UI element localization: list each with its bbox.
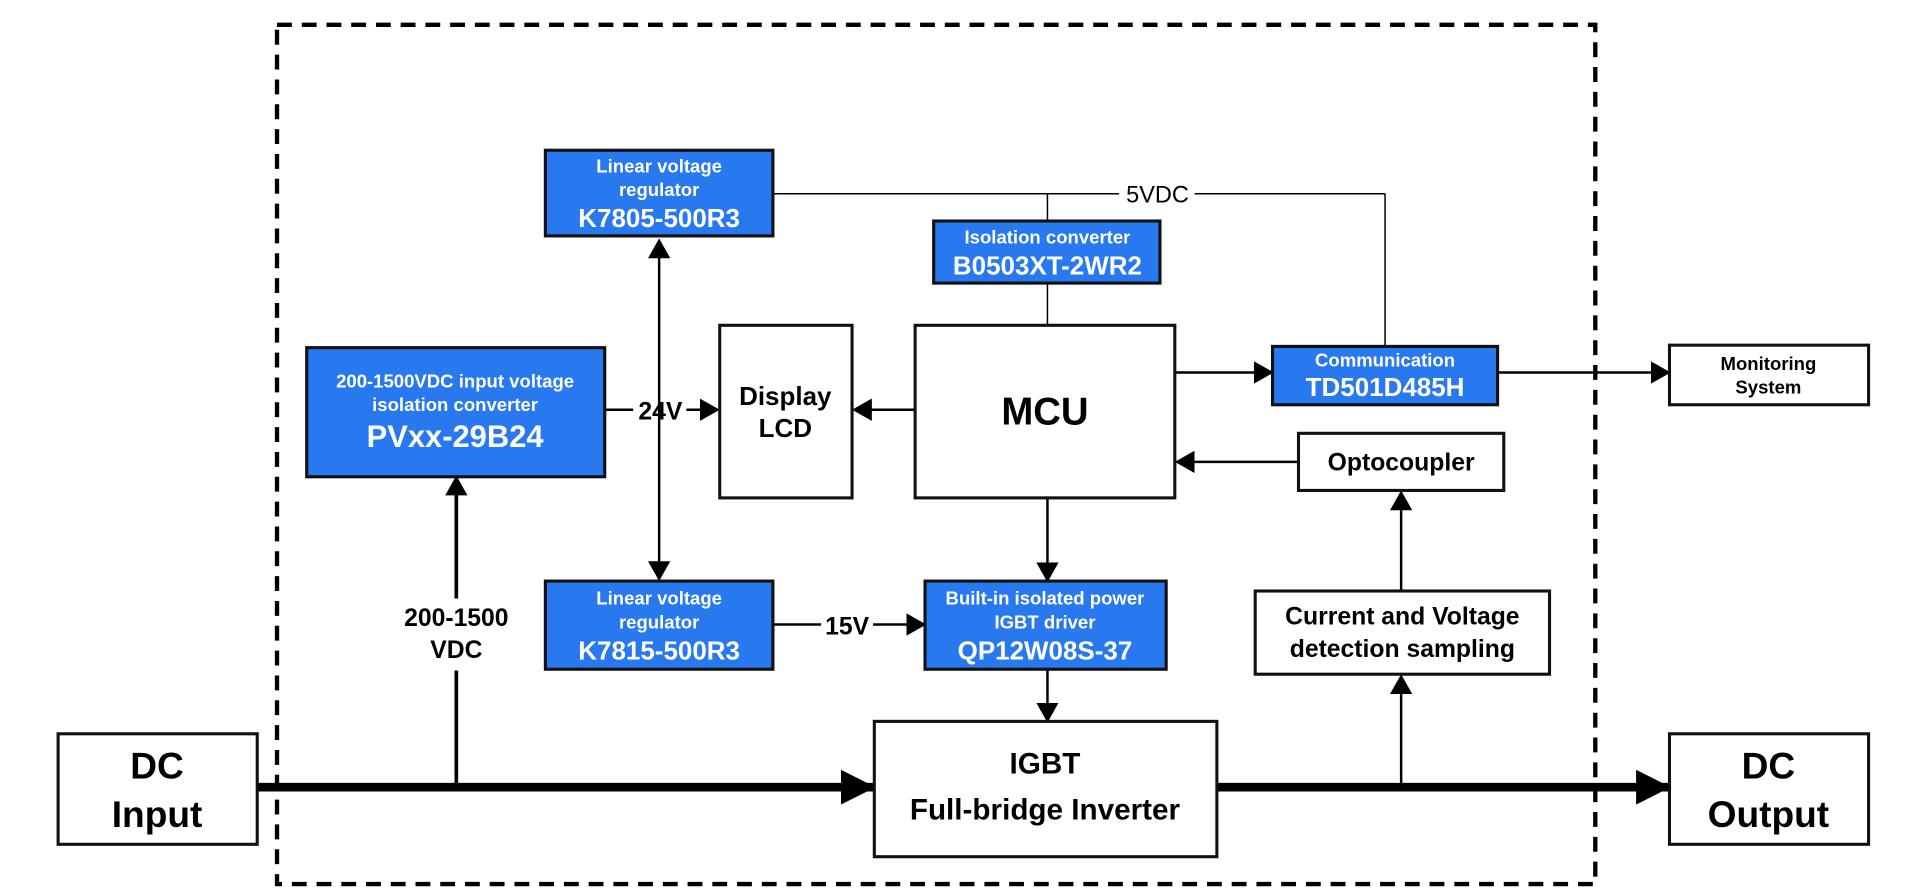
- module-isolation-converter[interactable]: Isolation converter B0503XT-2WR2: [932, 219, 1162, 285]
- svg-text:DC: DC: [130, 744, 184, 786]
- module-ldo-5v[interactable]: Linear voltage regulator K7805-500R3: [543, 148, 775, 238]
- svg-text:Optocoupler: Optocoupler: [1328, 450, 1475, 477]
- block-sampling[interactable]: Current and Voltage detection sampling: [1253, 589, 1552, 676]
- model-comm: TD501D485H: [1306, 372, 1465, 402]
- svg-text:Monitoring: Monitoring: [1721, 353, 1817, 374]
- svg-text:regulator: regulator: [619, 179, 699, 200]
- label-24v: 24V: [638, 399, 682, 426]
- block-optocoupler[interactable]: Optocoupler: [1296, 431, 1506, 492]
- block-monitoring-system[interactable]: Monitoring System: [1667, 343, 1871, 407]
- svg-text:MCU: MCU: [1001, 391, 1088, 434]
- block-dc-input[interactable]: DC Input: [56, 732, 259, 846]
- svg-text:IGBT driver: IGBT driver: [994, 611, 1095, 632]
- svg-text:Linear voltage: Linear voltage: [596, 156, 722, 177]
- svg-text:200-1500VDC input voltage: 200-1500VDC input voltage: [336, 370, 574, 391]
- svg-text:Current and Voltage: Current and Voltage: [1285, 603, 1519, 630]
- svg-text:Communication: Communication: [1315, 349, 1455, 370]
- model-pv-converter: PVxx-29B24: [367, 419, 545, 454]
- svg-text:Output: Output: [1708, 793, 1830, 835]
- svg-text:regulator: regulator: [619, 611, 699, 632]
- label-5vdc: 5VDC: [1126, 181, 1189, 207]
- svg-text:isolation converter: isolation converter: [372, 394, 538, 415]
- label-vin-line1: 200-1500: [404, 605, 508, 632]
- svg-text:LCD: LCD: [759, 413, 812, 443]
- module-igbt-driver[interactable]: Built-in isolated power IGBT driver QP12…: [923, 579, 1168, 671]
- svg-text:Isolation converter: Isolation converter: [965, 226, 1131, 247]
- block-mcu[interactable]: MCU: [913, 323, 1177, 500]
- model-igbt-driver: QP12W08S-37: [958, 635, 1133, 665]
- svg-text:Built-in isolated power: Built-in isolated power: [946, 588, 1145, 609]
- module-comm[interactable]: Communication TD501D485H: [1270, 344, 1500, 407]
- label-15v: 15V: [825, 613, 869, 640]
- power-system-block-diagram: 5VDC 24V 15V 200-1500 VDC Linear voltage…: [56, 22, 1871, 887]
- block-display-lcd[interactable]: Display LCD: [718, 323, 854, 500]
- svg-text:DC: DC: [1742, 744, 1796, 786]
- svg-text:detection sampling: detection sampling: [1290, 636, 1515, 663]
- module-ldo-15v[interactable]: Linear voltage regulator K7815-500R3: [543, 579, 775, 671]
- model-ldo-15v: K7815-500R3: [578, 635, 740, 665]
- svg-text:Full-bridge Inverter: Full-bridge Inverter: [910, 793, 1181, 826]
- model-isolation: B0503XT-2WR2: [953, 250, 1142, 280]
- svg-text:IGBT: IGBT: [1010, 747, 1081, 780]
- svg-text:Display: Display: [739, 381, 832, 411]
- module-pv-converter[interactable]: 200-1500VDC input voltage isolation conv…: [305, 346, 607, 479]
- svg-text:Input: Input: [112, 793, 203, 835]
- block-dc-output[interactable]: DC Output: [1667, 732, 1871, 846]
- svg-text:System: System: [1735, 377, 1801, 398]
- block-igbt-inverter[interactable]: IGBT Full-bridge Inverter: [872, 719, 1219, 859]
- model-ldo-5v: K7805-500R3: [578, 203, 740, 233]
- svg-text:Linear voltage: Linear voltage: [596, 588, 722, 609]
- label-vin-line2: VDC: [430, 637, 482, 664]
